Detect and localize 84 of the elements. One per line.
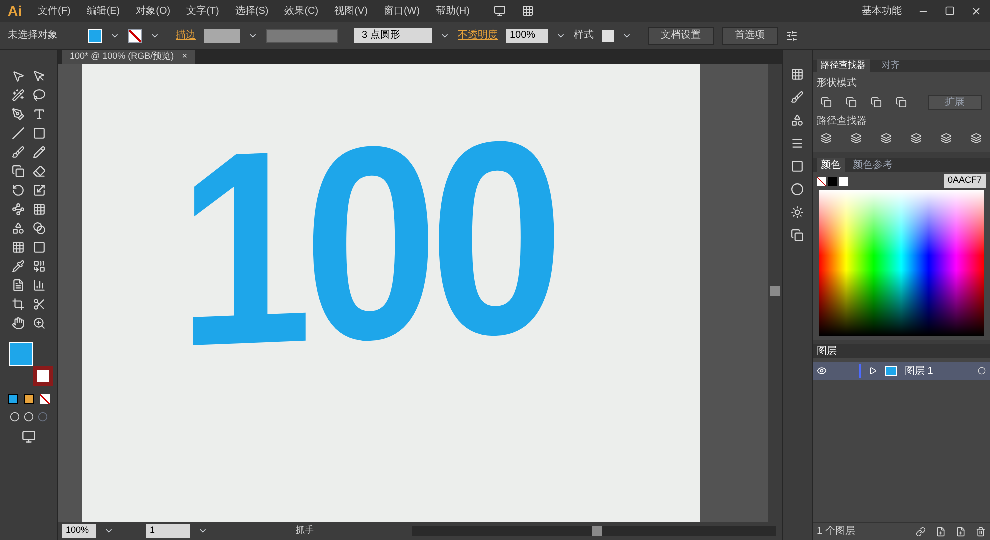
expand-icon[interactable]: [869, 367, 877, 375]
eyedropper-icon[interactable]: [12, 260, 24, 273]
target-icon[interactable]: [978, 367, 986, 375]
rectangle-icon[interactable]: [32, 127, 46, 140]
none-swatch[interactable]: [817, 176, 826, 186]
menu-item[interactable]: 对象(O): [136, 4, 171, 18]
graph-icon[interactable]: [32, 279, 46, 292]
close-icon[interactable]: [971, 6, 982, 16]
maximize-icon[interactable]: [945, 6, 955, 16]
default-fill-swatch[interactable]: [839, 176, 848, 186]
section-label: 形状模式: [816, 76, 858, 91]
document-setup-button[interactable]: 文档设置: [648, 26, 714, 44]
hex-field[interactable]: 0AACF7: [944, 174, 986, 188]
layer-name: 图层 1: [905, 364, 934, 378]
align-options-icon[interactable]: [786, 30, 798, 42]
vertical-scrollbar[interactable]: [768, 64, 782, 540]
rotate-icon[interactable]: [12, 184, 24, 197]
visibility-icon[interactable]: [817, 366, 827, 376]
zoom-icon[interactable]: [32, 317, 46, 330]
magic-wand-icon[interactable]: [12, 89, 24, 102]
panel-tab[interactable]: 图层: [817, 344, 837, 358]
app-logo: Ai: [8, 2, 22, 20]
stroke-weight-field[interactable]: [204, 28, 240, 42]
layer-count: 1 个图层: [817, 525, 856, 539]
layer-row[interactable]: 图层 1: [813, 362, 990, 380]
fill-swatch[interactable]: [88, 28, 102, 42]
style-label: 样式: [574, 28, 594, 43]
new-layer-icon[interactable]: [956, 526, 966, 536]
stroke-swatch[interactable]: [128, 28, 142, 42]
stroke-color-box[interactable]: [32, 366, 52, 386]
type-icon[interactable]: [32, 108, 46, 121]
selection-icon[interactable]: [12, 70, 24, 83]
panel-tab[interactable]: 颜色参考: [849, 158, 897, 172]
color-spectrum[interactable]: [819, 190, 984, 336]
tab-close-button[interactable]: ×: [182, 50, 188, 64]
panel-tab[interactable]: 路径查找器: [817, 59, 870, 73]
page-field[interactable]: 1: [146, 524, 190, 538]
menu-item[interactable]: 文件(F): [38, 4, 71, 18]
menu-item[interactable]: 选择(S): [235, 4, 269, 18]
eraser-icon[interactable]: [32, 165, 46, 178]
direct-selection-icon[interactable]: [32, 70, 46, 83]
menu-item[interactable]: 帮助(H): [436, 4, 470, 18]
document-tab[interactable]: 100* @ 100% (RGB/预览) ×: [62, 50, 196, 64]
style-swatch[interactable]: [602, 30, 614, 42]
fill-color-box[interactable]: [8, 342, 32, 366]
stroke-link[interactable]: 描边: [176, 28, 196, 43]
brush-dropdown[interactable]: 3 点圆形: [354, 28, 432, 43]
menu-item[interactable]: 窗口(W): [384, 4, 420, 18]
artwork-text: 100: [178, 99, 556, 389]
horizontal-scrollbar[interactable]: [412, 526, 776, 536]
menu-item[interactable]: 编辑(E): [86, 4, 120, 18]
stroke-panel-icon[interactable]: [791, 137, 804, 150]
current-tool: 抓手: [296, 524, 314, 538]
pencil-icon[interactable]: [32, 146, 46, 159]
screen-mode-icon[interactable]: [22, 430, 36, 444]
pen-icon[interactable]: [12, 108, 24, 121]
zoom-field[interactable]: 100%: [62, 524, 96, 538]
layer-thumbnail: [885, 366, 897, 376]
menu-item[interactable]: 文字(T): [186, 4, 220, 18]
opacity-field[interactable]: 100%: [506, 28, 548, 42]
brush-icon[interactable]: [12, 146, 24, 159]
panel-tab[interactable]: 颜色: [817, 158, 845, 172]
section-label: 路径查找器: [816, 114, 868, 129]
slice-icon[interactable]: [32, 298, 46, 311]
brushes-icon[interactable]: [791, 91, 804, 104]
color-mode-icon[interactable]: [8, 394, 18, 404]
default-stroke-swatch[interactable]: [828, 176, 837, 186]
lasso-icon[interactable]: [32, 89, 46, 102]
line-icon[interactable]: [12, 127, 24, 140]
arrange-documents-icon[interactable]: [522, 5, 534, 17]
variable-width-field[interactable]: [266, 28, 338, 42]
hand-icon[interactable]: [12, 317, 24, 330]
document-tab-title: 100* @ 100% (RGB/预览): [70, 50, 174, 64]
delete-icon[interactable]: [976, 526, 986, 536]
none-mode-icon[interactable]: [40, 394, 50, 404]
scale-icon[interactable]: [32, 184, 46, 197]
panel-tab[interactable]: 对齐: [878, 59, 904, 73]
opacity-link[interactable]: 不透明度: [458, 28, 498, 43]
bridge-icon[interactable]: [494, 5, 506, 17]
preferences-button[interactable]: 首选项: [722, 26, 778, 44]
menu-item[interactable]: 视图(V): [334, 4, 368, 18]
workspace-switcher[interactable]: 基本功能: [862, 4, 902, 18]
selection-label: 未选择对象: [8, 28, 59, 43]
menu-item[interactable]: 效果(C): [284, 4, 319, 18]
